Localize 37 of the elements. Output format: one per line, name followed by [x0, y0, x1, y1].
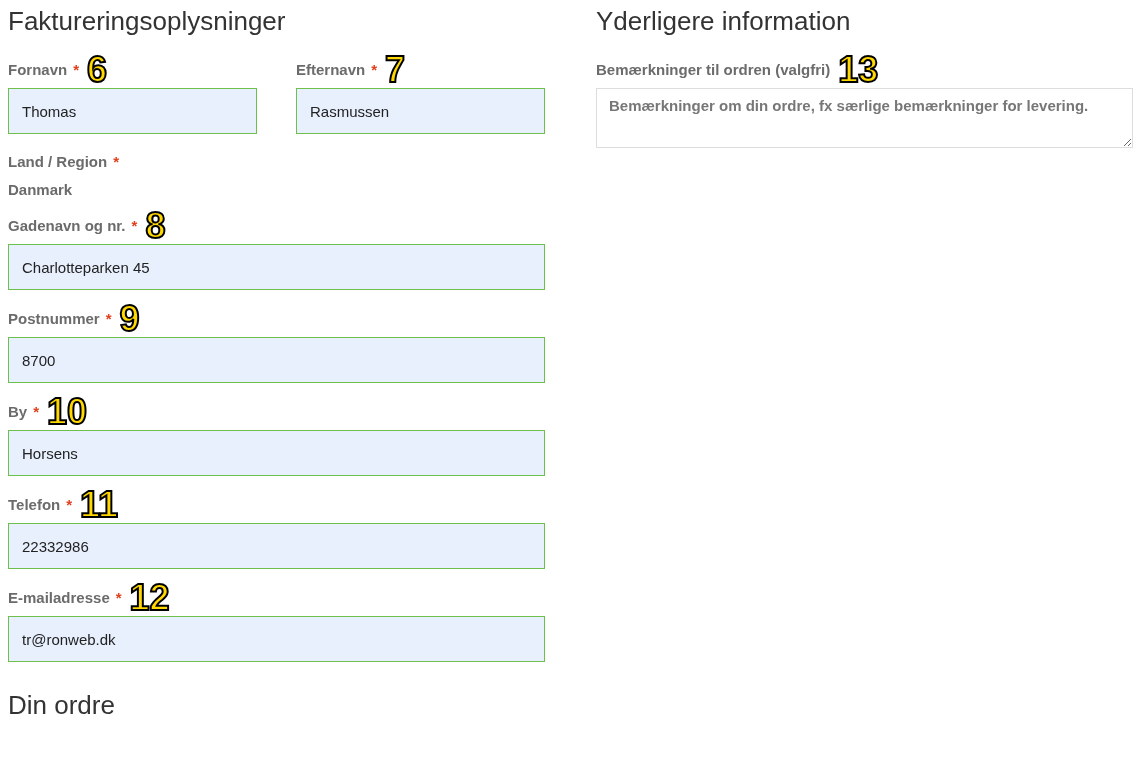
section-heading: Yderligere information: [596, 5, 852, 38]
section-heading: Faktureringsoplysninger: [8, 5, 287, 38]
required-asterisk: *: [73, 59, 80, 80]
step-number: 11: [80, 487, 119, 523]
step-number: 9: [119, 301, 140, 337]
required-asterisk: *: [371, 59, 378, 80]
field-label: Land / Region: [8, 151, 108, 172]
step-number: 10: [47, 394, 88, 430]
input-field[interactable]: 8700: [8, 337, 545, 383]
input-field[interactable]: tr@ronweb.dk: [8, 616, 545, 662]
notes-field[interactable]: Bemærkninger om din ordre, fx særlige bemærkninger for levering.: [596, 88, 1133, 148]
step-number: 6: [87, 52, 108, 88]
required-asterisk: *: [33, 401, 40, 422]
country-value: Danmark: [8, 180, 74, 200]
step-number: 13: [838, 52, 879, 88]
required-asterisk: *: [131, 215, 138, 236]
field-label: Efternavn: [296, 59, 366, 80]
field-label: By: [8, 401, 28, 422]
field-label: Telefon: [8, 494, 61, 515]
required-asterisk: *: [105, 308, 112, 329]
input-field[interactable]: Horsens: [8, 430, 545, 476]
step-number: 12: [129, 580, 170, 616]
required-asterisk: *: [66, 494, 73, 515]
input-field[interactable]: 22332986: [8, 523, 545, 569]
step-number: 7: [385, 52, 406, 88]
required-asterisk: *: [115, 587, 122, 608]
step-number: 8: [145, 208, 166, 244]
field-label: E-mailadresse: [8, 587, 110, 608]
field-label: Fornavn: [8, 59, 68, 80]
input-field[interactable]: Charlotteparken 45: [8, 244, 545, 290]
input-field[interactable]: Rasmussen: [296, 88, 545, 134]
required-asterisk: *: [113, 151, 119, 172]
field-label: Gadenavn og nr.: [8, 215, 126, 236]
field-label: Postnummer: [8, 308, 100, 329]
section-heading: Din ordre: [8, 689, 116, 722]
input-field[interactable]: Thomas: [8, 88, 257, 134]
field-label: Bemærkninger til ordren (valgfri): [596, 59, 831, 80]
